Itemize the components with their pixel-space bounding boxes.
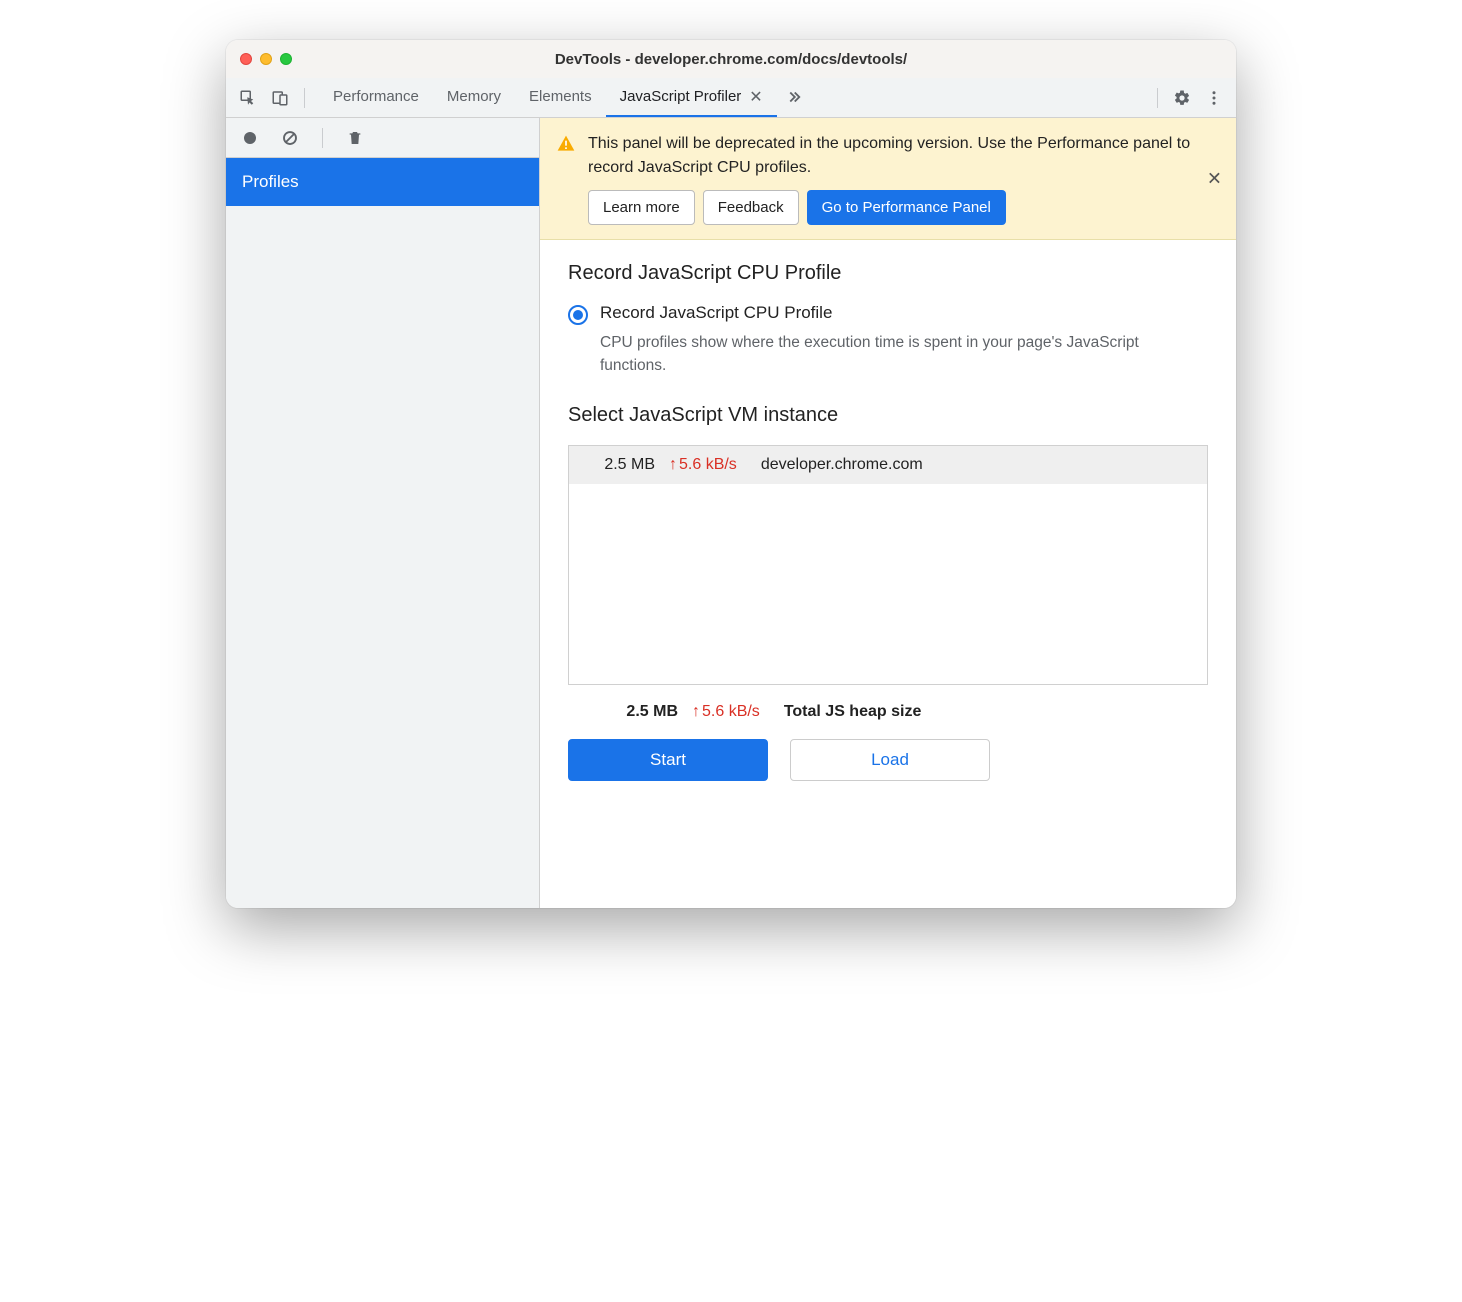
tab-javascript-profiler[interactable]: JavaScript Profiler ✕ [606,78,777,117]
vm-instance-list: 2.5 MB ↑5.6 kB/s developer.chrome.com [568,445,1208,685]
tab-label: Elements [529,88,592,105]
close-tab-icon[interactable]: ✕ [749,87,762,107]
total-rate: ↑5.6 kB/s [692,703,760,721]
record-heading: Record JavaScript CPU Profile [568,262,1208,285]
warning-icon [556,134,576,225]
arrow-up-icon: ↑ [692,703,700,721]
close-banner-icon[interactable]: ✕ [1207,168,1222,189]
arrow-up-icon: ↑ [669,456,677,474]
banner-text: This panel will be deprecated in the upc… [588,132,1196,180]
settings-icon[interactable] [1168,84,1196,112]
separator [322,128,323,148]
tab-strip: Performance Memory Elements JavaScript P… [226,78,1236,118]
tab-label: Memory [447,88,501,105]
radio-icon [568,305,588,325]
delete-icon[interactable] [341,124,369,152]
total-size: 2.5 MB [608,703,678,721]
sidebar-item-profiles[interactable]: Profiles [226,158,539,206]
radio-label: Record JavaScript CPU Profile [600,303,832,323]
vm-size: 2.5 MB [585,456,655,474]
tab-label: JavaScript Profiler [620,88,742,105]
sidebar-item-label: Profiles [242,172,299,191]
vm-host: developer.chrome.com [761,456,923,474]
vm-rate: ↑5.6 kB/s [669,456,737,474]
devtools-window: DevTools - developer.chrome.com/docs/dev… [226,40,1236,908]
inspect-icon[interactable] [234,84,262,112]
record-icon[interactable] [236,124,264,152]
tab-label: Performance [333,88,419,105]
separator [1157,88,1158,108]
start-button[interactable]: Start [568,739,768,781]
learn-more-button[interactable]: Learn more [588,190,695,225]
main-panel: This panel will be deprecated in the upc… [540,118,1236,908]
sidebar: Profiles [226,118,540,908]
heap-totals: 2.5 MB ↑5.6 kB/s Total JS heap size [568,703,1208,721]
window-controls [240,53,292,65]
window-title: DevTools - developer.chrome.com/docs/dev… [555,51,907,68]
go-to-performance-button[interactable]: Go to Performance Panel [807,190,1006,225]
total-label: Total JS heap size [784,703,922,721]
clear-icon[interactable] [276,124,304,152]
deprecation-banner: This panel will be deprecated in the upc… [540,118,1236,240]
titlebar: DevTools - developer.chrome.com/docs/dev… [226,40,1236,78]
content-area: Record JavaScript CPU Profile Record Jav… [540,240,1236,908]
radio-description: CPU profiles show where the execution ti… [600,331,1160,378]
profile-type-radio[interactable]: Record JavaScript CPU Profile [568,303,1208,325]
load-button[interactable]: Load [790,739,990,781]
tab-elements[interactable]: Elements [515,78,606,117]
separator [304,88,305,108]
maximize-window-button[interactable] [280,53,292,65]
more-tabs-button[interactable] [777,78,811,117]
minimize-window-button[interactable] [260,53,272,65]
tab-memory[interactable]: Memory [433,78,515,117]
feedback-button[interactable]: Feedback [703,190,799,225]
tab-performance[interactable]: Performance [319,78,433,117]
vm-instance-row[interactable]: 2.5 MB ↑5.6 kB/s developer.chrome.com [569,446,1207,484]
device-toggle-icon[interactable] [266,84,294,112]
kebab-menu-icon[interactable] [1200,84,1228,112]
vm-heading: Select JavaScript VM instance [568,404,1208,427]
close-window-button[interactable] [240,53,252,65]
sidebar-toolbar [226,118,539,158]
